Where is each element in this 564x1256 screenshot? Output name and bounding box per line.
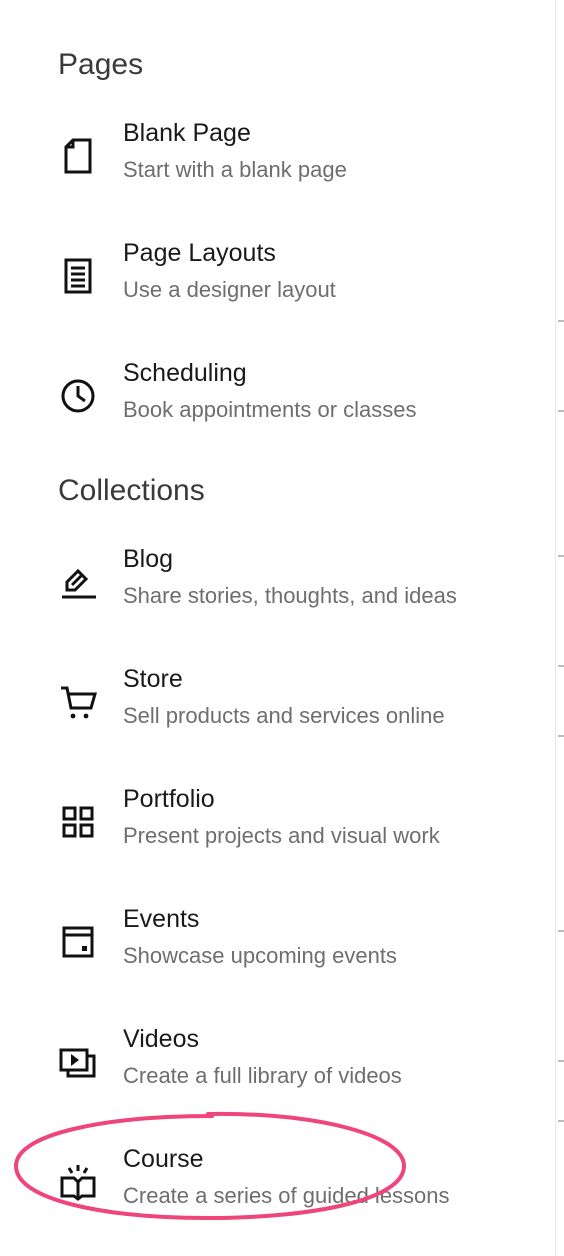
cart-icon — [56, 680, 100, 724]
section-title-collections: Collections — [58, 474, 205, 507]
item-description: Create a full library of videos — [123, 1063, 402, 1088]
background-edge-mark — [558, 930, 564, 932]
blank-page-icon — [56, 134, 100, 178]
item-title: Page Layouts — [123, 239, 276, 267]
item-description: Start with a blank page — [123, 157, 347, 182]
background-edge-mark — [558, 735, 564, 737]
background-edge-mark — [558, 1060, 564, 1062]
item-description: Share stories, thoughts, and ideas — [123, 583, 457, 608]
background-edge-mark — [558, 410, 564, 412]
video-library-icon — [56, 1040, 100, 1084]
open-book-icon — [56, 1160, 100, 1204]
item-description: Create a series of guided lessons — [123, 1183, 450, 1208]
section-title-pages: Pages — [58, 48, 144, 81]
pen-icon — [56, 560, 100, 604]
item-title: Blank Page — [123, 119, 251, 147]
item-description: Book appointments or classes — [123, 397, 417, 422]
item-title: Blog — [123, 545, 174, 573]
clock-icon — [56, 374, 100, 418]
menu-item-portfolio[interactable]: Portfolio Present projects and visual wo… — [0, 784, 556, 894]
grid-icon — [56, 800, 100, 844]
menu-item-events[interactable]: Events Showcase upcoming events — [0, 904, 556, 1014]
item-description: Showcase upcoming events — [123, 943, 397, 968]
background-edge-mark — [558, 320, 564, 322]
calendar-icon — [56, 920, 100, 964]
background-edge-mark — [558, 555, 564, 557]
menu-item-blog[interactable]: Blog Share stories, thoughts, and ideas — [0, 544, 556, 654]
item-title: Scheduling — [123, 359, 247, 387]
item-title: Videos — [123, 1025, 199, 1053]
item-title: Portfolio — [123, 785, 215, 813]
item-title: Store — [123, 665, 183, 693]
item-title: Course — [123, 1145, 204, 1173]
menu-item-store[interactable]: Store Sell products and services online — [0, 664, 556, 774]
item-description: Use a designer layout — [123, 277, 336, 302]
menu-item-blank-page[interactable]: Blank Page Start with a blank page — [0, 118, 556, 228]
background-edge-mark — [558, 1120, 564, 1122]
layout-icon — [56, 254, 100, 298]
background-edge-mark — [558, 665, 564, 667]
menu-item-scheduling[interactable]: Scheduling Book appointments or classes — [0, 358, 556, 468]
menu-item-course[interactable]: Course Create a series of guided lessons — [0, 1144, 556, 1254]
menu-item-videos[interactable]: Videos Create a full library of videos — [0, 1024, 556, 1134]
menu-item-page-layouts[interactable]: Page Layouts Use a designer layout — [0, 238, 556, 348]
add-page-panel: Pages Blank Page Start with a blank page… — [0, 0, 556, 1256]
item-title: Events — [123, 905, 200, 933]
item-description: Sell products and services online — [123, 703, 445, 728]
item-description: Present projects and visual work — [123, 823, 440, 848]
